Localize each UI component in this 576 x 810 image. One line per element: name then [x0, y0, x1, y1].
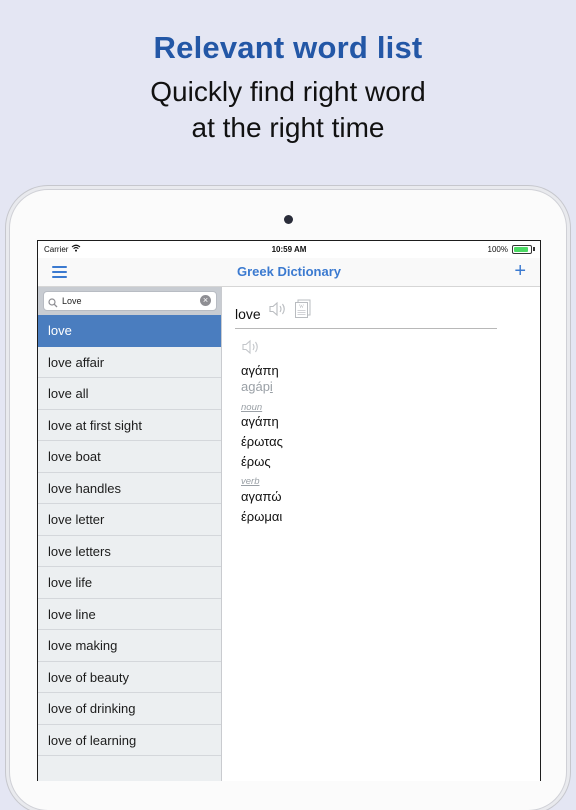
search-bar: ×: [38, 287, 221, 315]
transliteration-stress: i: [269, 379, 273, 394]
promo-subline: Quickly find right word at the right tim…: [0, 74, 576, 146]
add-button[interactable]: +: [514, 260, 526, 282]
main-translation: αγάπη: [241, 363, 279, 378]
nav-bar: Greek Dictionary +: [38, 258, 540, 287]
svg-text:W: W: [299, 305, 304, 310]
noun-translation: έρωτας: [241, 434, 283, 449]
promo-headline: Relevant word list: [153, 30, 423, 65]
list-item[interactable]: love handles: [38, 473, 221, 504]
noun-translation: έρως: [241, 454, 271, 469]
battery-nub: [533, 247, 535, 251]
verb-translation: αγαπώ: [241, 489, 282, 504]
search-box[interactable]: ×: [43, 291, 217, 311]
battery-icon: [512, 245, 532, 254]
app-screen: Carrier 10:59 AM 100% Greek Dictionary +: [37, 240, 541, 781]
list-item[interactable]: love of beauty: [38, 662, 221, 693]
list-item[interactable]: love at first sight: [38, 410, 221, 441]
front-camera: [284, 215, 293, 224]
list-item[interactable]: love making: [38, 630, 221, 662]
list-item[interactable]: love of drinking: [38, 693, 221, 725]
word-list: love love affair love all love at first sig…: [38, 315, 221, 756]
list-item[interactable]: love boat: [38, 441, 221, 473]
list-item[interactable]: love all: [38, 378, 221, 410]
list-item[interactable]: love: [38, 315, 221, 347]
pos-verb-label: verb: [241, 476, 260, 487]
transliteration: agápi: [241, 379, 273, 394]
speaker-icon[interactable]: [268, 301, 288, 322]
app-title: Greek Dictionary: [236, 264, 342, 279]
list-item[interactable]: love line: [38, 599, 221, 630]
promo-subline-line-1: Quickly find right word: [150, 76, 426, 107]
clear-icon[interactable]: ×: [200, 295, 211, 306]
search-icon: [48, 295, 58, 313]
noun-translation: αγάπη: [241, 414, 279, 429]
battery-percent: 100%: [487, 245, 508, 254]
search-input[interactable]: [62, 293, 192, 308]
status-bar: Carrier 10:59 AM 100%: [38, 241, 540, 258]
pos-noun-label: noun: [241, 402, 263, 413]
transliteration-main: agáp: [241, 379, 270, 394]
list-item[interactable]: love affair: [38, 347, 221, 378]
word-list-sidebar: × lovelove affairlove alllove at first s…: [38, 287, 222, 781]
battery-fill: [514, 247, 528, 252]
headword-divider: [235, 328, 497, 329]
definition-panel: love W αγάπη agápi noun αγάπη έρωτας έρω…: [222, 287, 540, 781]
headword: love: [235, 306, 261, 322]
wikipedia-icon[interactable]: W: [294, 299, 312, 324]
verb-translation: έρωμαι: [241, 509, 283, 524]
promo-subline-line-2: at the right time: [191, 112, 385, 143]
speaker-icon[interactable]: [241, 339, 263, 360]
list-item[interactable]: love of learning: [38, 725, 221, 756]
status-time: 10:59 AM: [271, 245, 307, 254]
list-item[interactable]: love life: [38, 567, 221, 599]
list-item[interactable]: love letter: [38, 504, 221, 536]
list-item[interactable]: love letters: [38, 536, 221, 567]
